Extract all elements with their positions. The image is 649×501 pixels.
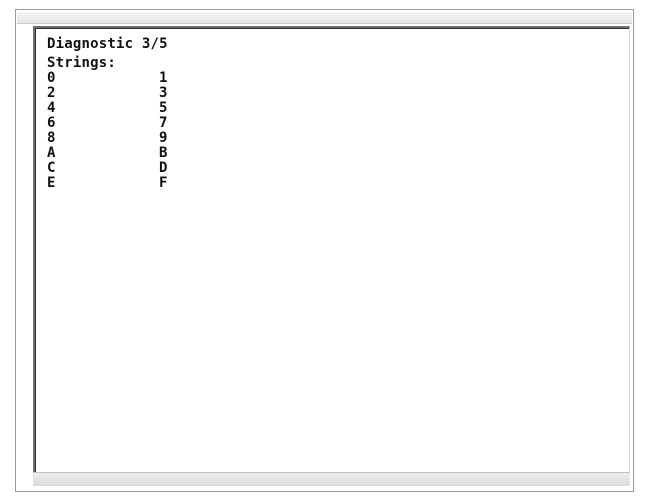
string-value-right: 7 — [159, 115, 168, 131]
string-value-right: B — [159, 145, 168, 161]
diagnostic-window: Diagnostic 3/5 Strings: 0 1 2 3 4 5 6 7 … — [0, 0, 649, 501]
string-value-left: 6 — [47, 115, 56, 131]
string-row: C D — [47, 161, 168, 176]
diagnostic-output: Diagnostic 3/5 Strings: 0 1 2 3 4 5 6 7 … — [47, 37, 168, 191]
string-value-right: 9 — [159, 130, 168, 146]
diagnostic-title: Diagnostic 3/5 — [47, 36, 168, 52]
string-value-right: 5 — [159, 100, 168, 116]
string-value-left: 4 — [47, 100, 56, 116]
string-row: 4 5 — [47, 101, 168, 116]
string-row: E F — [47, 176, 168, 191]
string-value-left: A — [47, 145, 56, 161]
string-value-left: C — [47, 160, 56, 176]
strings-label: Strings: — [47, 55, 117, 71]
string-row: 0 1 — [47, 71, 168, 86]
string-row: 2 3 — [47, 86, 168, 101]
string-row: 8 9 — [47, 131, 168, 146]
window-bottom-bar — [33, 472, 630, 486]
window-top-bar — [17, 12, 632, 24]
string-value-right: 1 — [159, 70, 168, 86]
string-value-right: 3 — [159, 85, 168, 101]
string-row: A B — [47, 146, 168, 161]
string-value-left: 0 — [47, 70, 56, 86]
string-value-left: E — [47, 175, 56, 191]
string-value-right: F — [159, 175, 168, 191]
string-row: 6 7 — [47, 116, 168, 131]
string-value-left: 2 — [47, 85, 56, 101]
string-value-right: D — [159, 160, 168, 176]
string-value-left: 8 — [47, 130, 56, 146]
